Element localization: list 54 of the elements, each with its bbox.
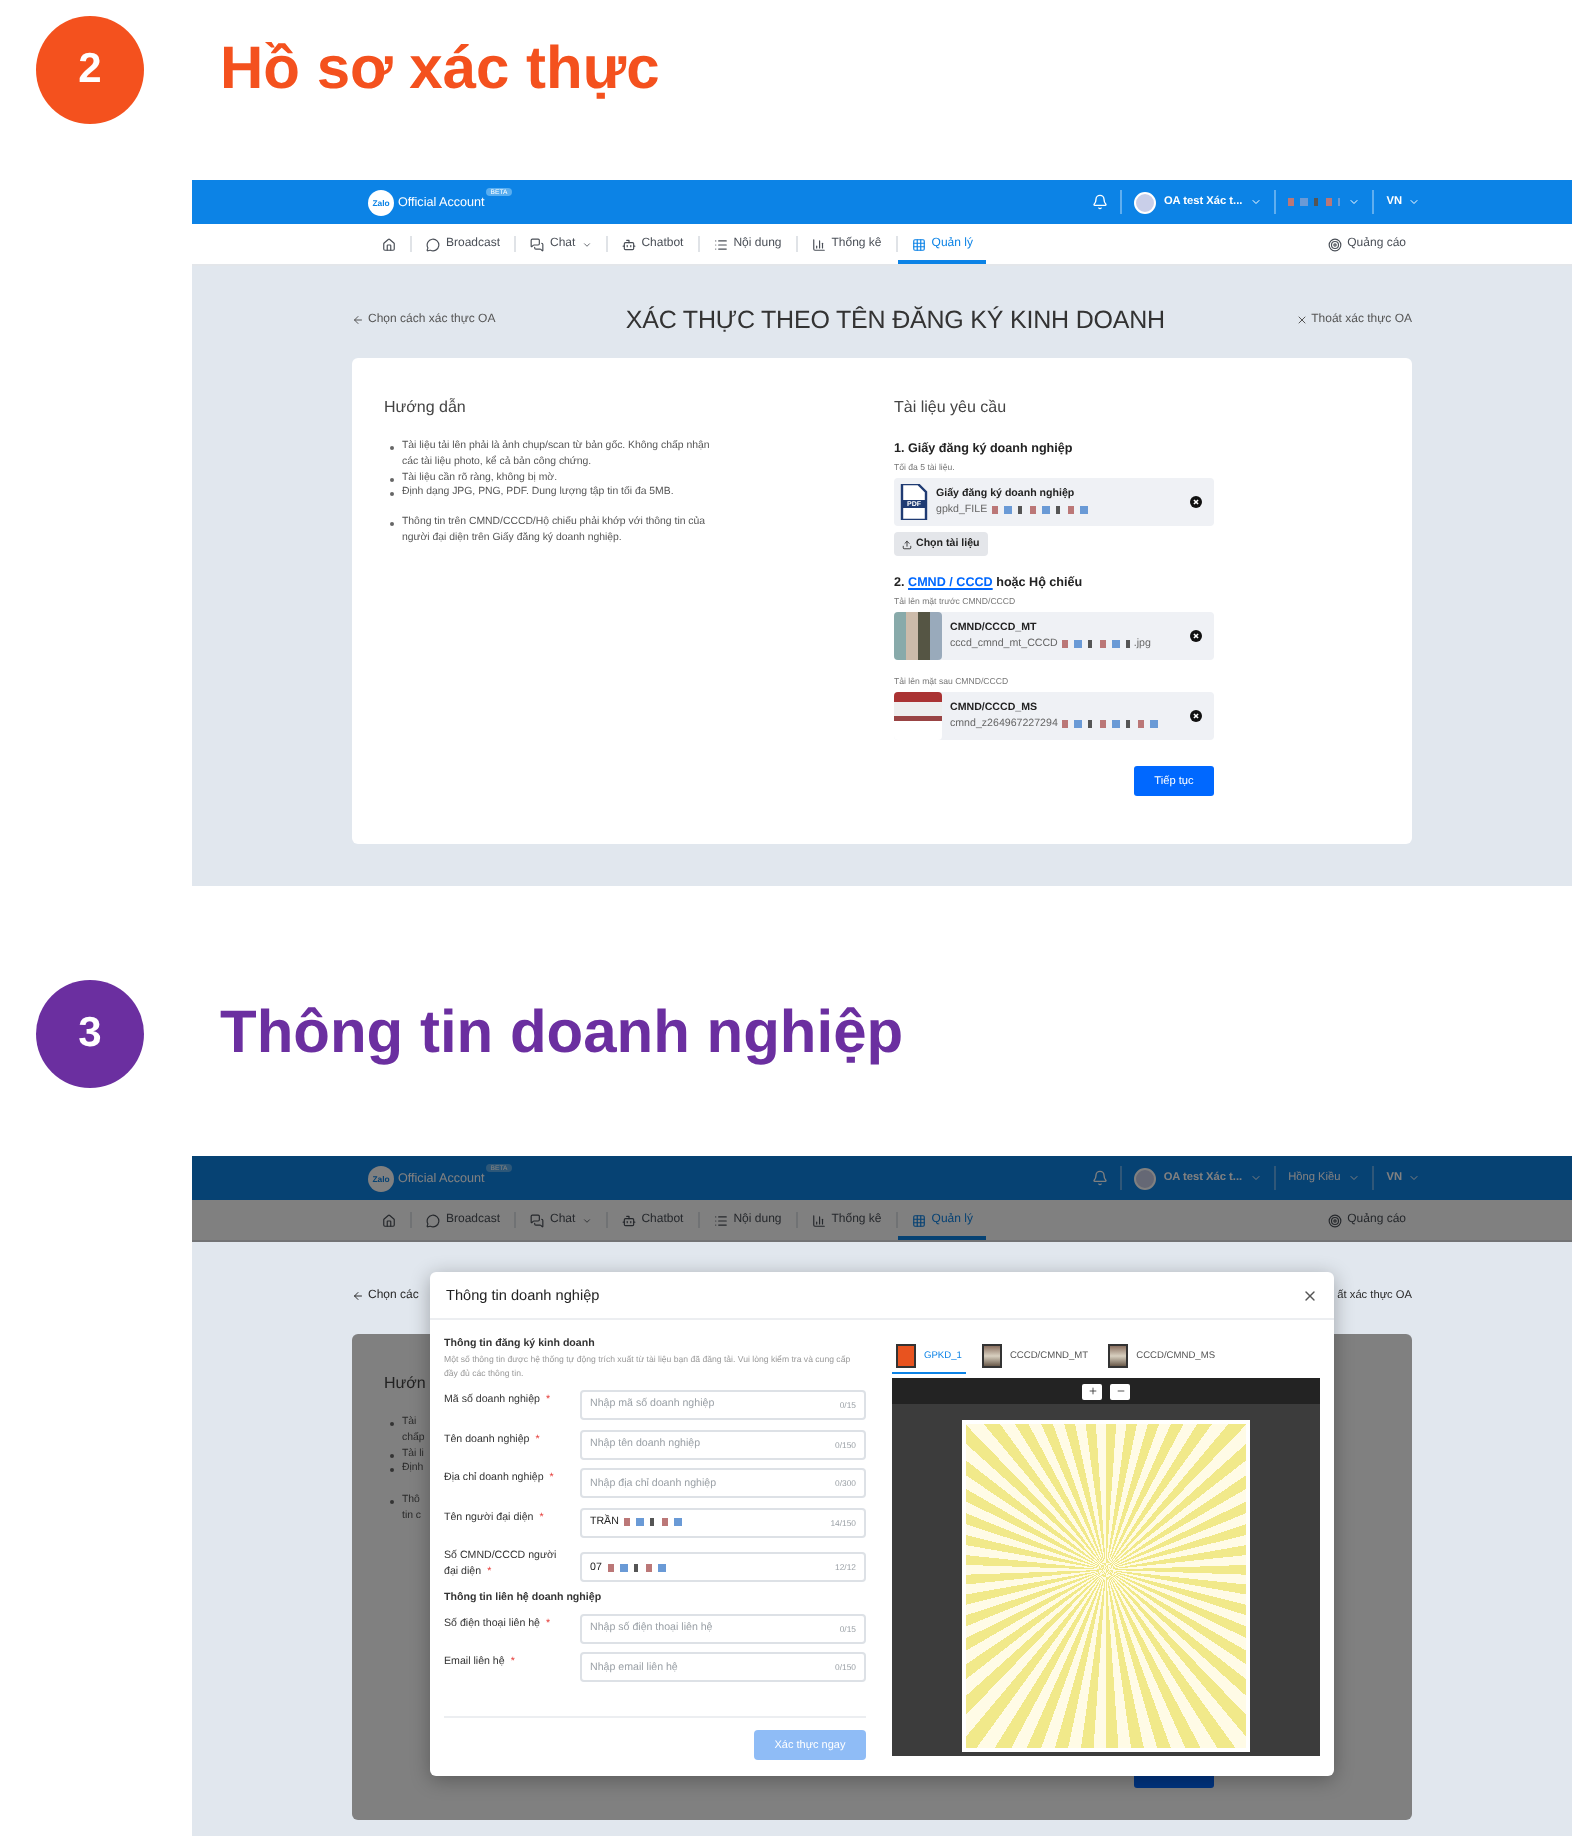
zoom-out-button[interactable] xyxy=(1110,1383,1130,1399)
list-icon xyxy=(713,1213,728,1227)
page-title: XÁC THỰC THEO TÊN ĐĂNG KÝ KINH DOANH xyxy=(625,306,1165,334)
caret-icon xyxy=(581,239,592,249)
robot-icon xyxy=(621,237,636,251)
upload-icon xyxy=(902,539,912,549)
caret-icon[interactable] xyxy=(1348,196,1361,208)
section-heading: Hướn xyxy=(384,1374,428,1392)
chat-bubble-icon xyxy=(426,1213,440,1227)
close-icon[interactable] xyxy=(1302,1287,1318,1303)
chat-bubbles-icon xyxy=(530,1213,545,1227)
notification-bell-icon[interactable] xyxy=(1091,194,1108,210)
target-icon xyxy=(1327,1213,1342,1227)
zoom-in-button[interactable] xyxy=(1082,1383,1102,1399)
remove-icon[interactable] xyxy=(1190,630,1202,642)
redacted-drawing xyxy=(991,506,1092,514)
list-icon xyxy=(713,237,728,251)
section-heading: Tài liệu yêu cầu xyxy=(894,398,1009,416)
chat-bubbles-icon xyxy=(530,237,545,251)
notification-bell-icon[interactable] xyxy=(1091,1170,1108,1186)
redacted-drawing xyxy=(1061,720,1162,728)
remove-icon[interactable] xyxy=(1190,496,1202,508)
photo-thumbnail xyxy=(1108,1344,1129,1368)
step-title: Hồ sơ xác thực xyxy=(220,36,660,104)
avatar[interactable] xyxy=(1133,1167,1156,1189)
remove-icon[interactable] xyxy=(1190,710,1202,722)
grid-icon xyxy=(911,237,926,251)
step-title: Thông tin doanh nghiệp xyxy=(220,1000,904,1068)
home-icon xyxy=(382,1213,396,1227)
back-arrow-icon xyxy=(352,314,364,326)
redacted-drawing xyxy=(1061,640,1130,648)
chat-bubble-icon xyxy=(426,237,440,251)
plus-icon xyxy=(1087,1386,1097,1396)
photo-placeholder xyxy=(894,692,942,740)
minus-icon xyxy=(1115,1386,1125,1396)
robot-icon xyxy=(621,1213,636,1227)
section-heading: Hướng dẫn xyxy=(384,398,468,416)
caret-icon xyxy=(581,1215,592,1225)
target-icon xyxy=(1327,237,1342,251)
grid-icon xyxy=(911,1213,926,1227)
home-icon xyxy=(382,237,396,251)
step-number: 2 xyxy=(36,16,144,124)
pdf-thumbnail xyxy=(896,1344,916,1368)
bar-chart-icon xyxy=(811,1213,826,1227)
caret-icon[interactable] xyxy=(1408,196,1420,208)
avatar[interactable] xyxy=(1133,191,1156,213)
redacted-drawing xyxy=(1288,198,1341,206)
photo-placeholder xyxy=(894,612,942,660)
back-arrow-icon xyxy=(352,1290,364,1302)
bar-chart-icon xyxy=(811,237,826,251)
caret-icon[interactable] xyxy=(1250,196,1263,208)
close-icon xyxy=(1295,314,1308,326)
step-number: 3 xyxy=(36,980,144,1088)
photo-thumbnail xyxy=(981,1344,1002,1368)
